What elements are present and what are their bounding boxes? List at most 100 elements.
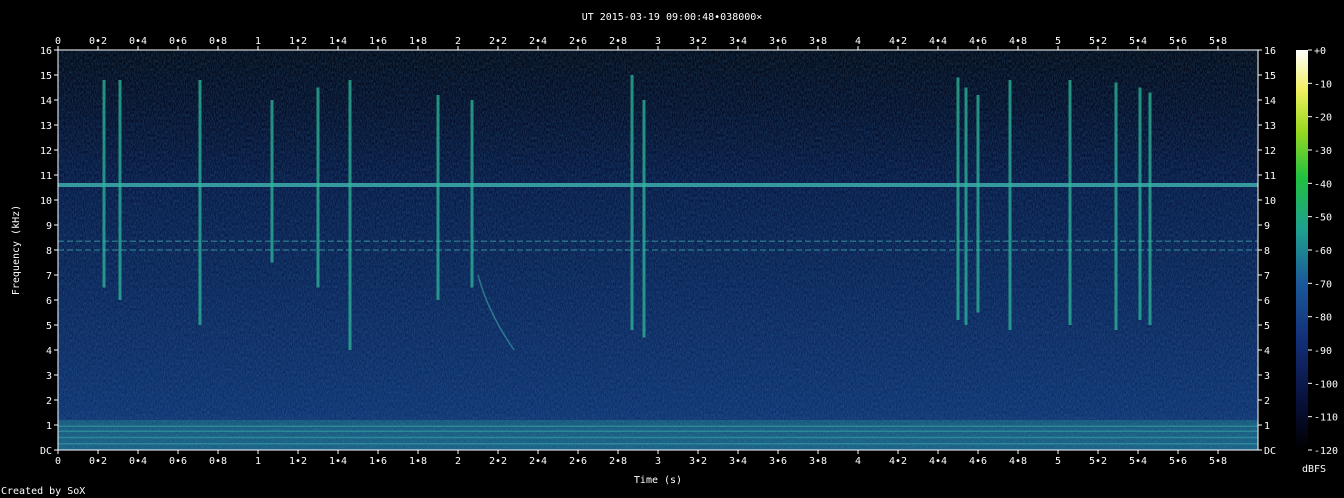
y-tick-label-right: 9	[1264, 221, 1270, 232]
y-tick-label-right: 2	[1264, 396, 1270, 407]
colorbar-gradient	[1296, 50, 1308, 450]
y-tick-label-right: 16	[1264, 46, 1276, 57]
x-tick-label-bottom: 4•4	[929, 456, 947, 467]
y-tick-label-right: 12	[1264, 146, 1276, 157]
colorbar-tick-label: -110	[1314, 413, 1338, 424]
y-tick-label-right: 15	[1264, 71, 1276, 82]
x-tick-label-bottom: 5•6	[1169, 456, 1187, 467]
colorbar-tick-label: -60	[1314, 246, 1332, 257]
y-tick-label-left: 16	[40, 46, 52, 57]
x-tick-label-bottom: 2•6	[569, 456, 587, 467]
x-tick-label-bottom: 3•8	[809, 456, 827, 467]
x-tick-label-bottom: 3•6	[769, 456, 787, 467]
x-tick-label-top: 2•6	[569, 36, 587, 47]
x-tick-label-bottom: 4•2	[889, 456, 907, 467]
x-tick-label-top: 0•2	[89, 36, 107, 47]
x-tick-label-top: 5	[1055, 36, 1061, 47]
x-tick-label-bottom: 4	[855, 456, 861, 467]
colorbar-tick-label: -40	[1314, 179, 1332, 190]
x-tick-label-bottom: 2	[455, 456, 461, 467]
y-tick-label-right: 14	[1264, 96, 1276, 107]
x-tick-label-bottom: 0•8	[209, 456, 227, 467]
x-tick-label-bottom: 3•2	[689, 456, 707, 467]
x-tick-label-bottom: 4•6	[969, 456, 987, 467]
x-tick-label-bottom: 0•4	[129, 456, 147, 467]
x-tick-label-top: 1•2	[289, 36, 307, 47]
y-tick-label-right: 5	[1264, 321, 1270, 332]
y-tick-label-left: 11	[40, 171, 52, 182]
y-tick-label-left: 3	[46, 371, 52, 382]
y-tick-label-right: 10	[1264, 196, 1276, 207]
y-tick-label-left: 5	[46, 321, 52, 332]
colorbar-label: dBFS	[1302, 464, 1326, 475]
y-tick-label-left: DC	[40, 446, 52, 457]
y-tick-label-right: 8	[1264, 246, 1270, 257]
x-tick-label-top: 5•2	[1089, 36, 1107, 47]
x-tick-label-bottom: 1•2	[289, 456, 307, 467]
x-tick-label-top: 4•6	[969, 36, 987, 47]
x-tick-label-top: 0•4	[129, 36, 147, 47]
plot-area	[57, 49, 1259, 451]
x-tick-label-bottom: 1•8	[409, 456, 427, 467]
x-tick-label-bottom: 4•8	[1009, 456, 1027, 467]
y-axis-right: DC12345678910111213141516	[1258, 46, 1276, 457]
y-tick-label-left: 13	[40, 121, 52, 132]
y-tick-label-right: 7	[1264, 271, 1270, 282]
y-tick-label-left: 10	[40, 196, 52, 207]
x-tick-label-top: 0•6	[169, 36, 187, 47]
x-tick-label-bottom: 1•4	[329, 456, 347, 467]
x-tick-label-top: 3•8	[809, 36, 827, 47]
x-tick-label-top: 4•4	[929, 36, 947, 47]
x-tick-label-top: 4•2	[889, 36, 907, 47]
y-tick-label-left: 4	[46, 346, 52, 357]
y-tick-label-left: 1	[46, 421, 52, 432]
x-tick-label-bottom: 5•4	[1129, 456, 1147, 467]
y-tick-label-right: 4	[1264, 346, 1270, 357]
x-tick-label-top: 3•6	[769, 36, 787, 47]
x-tick-label-bottom: 3	[655, 456, 661, 467]
y-tick-label-right: DC	[1264, 446, 1276, 457]
x-tick-label-top: 5•4	[1129, 36, 1147, 47]
x-tick-label-top: 5•6	[1169, 36, 1187, 47]
colorbar: +0 -10 -20 -30 -40 -50 -60 -70 -80 -90 -100 -110 -12…	[1296, 46, 1338, 475]
low-frequency-band	[58, 420, 1258, 450]
x-tick-label-bottom: 0	[55, 456, 61, 467]
x-tick-label-bottom: 0•2	[89, 456, 107, 467]
y-tick-label-right: 3	[1264, 371, 1270, 382]
colorbar-tick-label: +0	[1314, 46, 1326, 57]
x-tick-label-top: 1•4	[329, 36, 347, 47]
y-tick-label-left: 8	[46, 246, 52, 257]
colorbar-tick-label: -90	[1314, 346, 1332, 357]
y-axis-left: DC12345678910111213141516	[40, 46, 58, 457]
y-tick-label-left: 9	[46, 221, 52, 232]
x-tick-label-top: 2•2	[489, 36, 507, 47]
colorbar-tick-label: -100	[1314, 379, 1338, 390]
x-tick-label-top: 5•8	[1209, 36, 1227, 47]
x-tick-label-bottom: 5	[1055, 456, 1061, 467]
x-tick-label-top: 4•8	[1009, 36, 1027, 47]
colorbar-tick-label: -30	[1314, 146, 1332, 157]
x-tick-label-top: 0	[55, 36, 61, 47]
x-axis-label: Time (s)	[634, 475, 682, 486]
spectrogram-chart: UT 2015-03-19 09:00:48•038000× 0 0•2 0•4 0•…	[1, 12, 1338, 497]
y-tick-label-left: 6	[46, 296, 52, 307]
x-tick-label-bottom: 5•8	[1209, 456, 1227, 467]
y-tick-label-right: 13	[1264, 121, 1276, 132]
x-tick-label-bottom: 0•6	[169, 456, 187, 467]
x-tick-label-top: 2	[455, 36, 461, 47]
x-tick-label-top: 2•8	[609, 36, 627, 47]
chart-title: UT 2015-03-19 09:00:48•038000×	[582, 12, 763, 23]
x-tick-label-bottom: 2•2	[489, 456, 507, 467]
x-axis-bottom: 0 0•2 0•4 0•6 0•8 1 1•2 1•4 1•6 1•8 2 2•2 2•4 2•6 2•8 3…	[55, 450, 1227, 467]
y-tick-label-left: 14	[40, 96, 52, 107]
x-axis-top: 0 0•2 0•4 0•6 0•8 1 1•2 1•4 1•6 1•8 2 2•2 2•4 2•6 2•8 3…	[55, 36, 1227, 50]
x-tick-label-top: 0•8	[209, 36, 227, 47]
x-tick-label-bottom: 1	[255, 456, 261, 467]
colorbar-tick-label: -20	[1314, 113, 1332, 124]
x-tick-label-top: 3	[655, 36, 661, 47]
y-tick-label-right: 6	[1264, 296, 1270, 307]
colorbar-tick-label: -50	[1314, 213, 1332, 224]
x-tick-label-bottom: 1•6	[369, 456, 387, 467]
x-tick-label-top: 1•8	[409, 36, 427, 47]
y-tick-label-left: 7	[46, 271, 52, 282]
